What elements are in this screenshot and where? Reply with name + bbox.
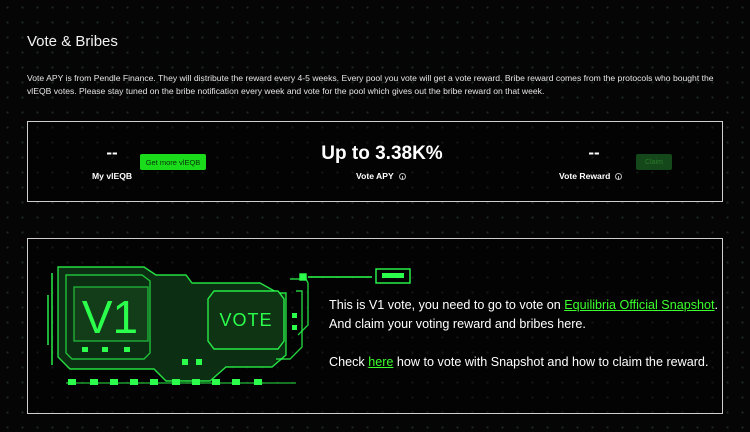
my-vleqb-value: -- — [106, 143, 118, 162]
instruction-paragraph: This is V1 vote, you need to go to vote … — [329, 296, 719, 334]
how-to-vote-link[interactable]: here — [368, 355, 393, 369]
art-v1-text: V1 — [82, 291, 138, 343]
art-vote-text: VOTE — [219, 310, 272, 330]
my-vleqb-label-text: My vlEQB — [92, 171, 133, 181]
instruction-text: how to vote with Snapshot and how to cla… — [393, 355, 709, 369]
vote-reward-label: Vote Reward — [559, 171, 623, 181]
vote-apy-label-text: Vote APY — [356, 171, 394, 181]
my-vleqb-label: My vlEQB — [92, 171, 132, 181]
get-more-vleqb-button[interactable]: Get more vlEQB — [140, 154, 206, 170]
vote-apy-value: Up to 3.38K% — [321, 143, 443, 164]
v1-vote-instructions: This is V1 vote, you need to go to vote … — [329, 296, 719, 391]
vote-reward-label-text: Vote Reward — [559, 171, 611, 181]
page-description: Vote APY is from Pendle Finance. They wi… — [27, 73, 714, 96]
info-icon[interactable] — [398, 172, 406, 180]
vote-bribes-page: Vote & Bribes Vote APY is from Pendle Fi… — [0, 0, 750, 432]
snapshot-link[interactable]: Equilibria Official Snapshot — [564, 298, 714, 312]
instruction-text: Check — [329, 355, 369, 369]
claim-button[interactable]: Claim — [636, 154, 672, 170]
vote-reward-value: -- — [588, 143, 600, 162]
instruction-text: This is V1 vote, you need to go to vote … — [329, 298, 565, 312]
info-icon[interactable] — [615, 172, 623, 180]
page-title: Vote & Bribes — [27, 33, 118, 50]
instruction-paragraph: Check here how to vote with Snapshot and… — [329, 353, 719, 372]
vote-apy-label: Vote APY — [356, 171, 406, 181]
